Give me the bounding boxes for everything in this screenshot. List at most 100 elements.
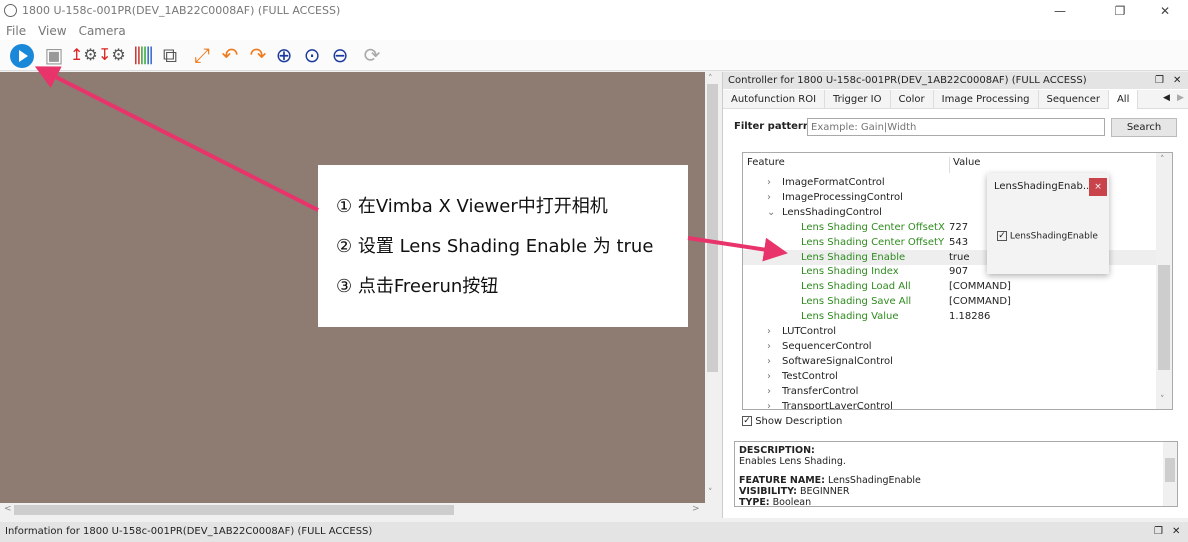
chevron-right-icon[interactable]: › (767, 190, 771, 205)
feature-name: ImageProcessingControl (782, 191, 903, 203)
load-settings-icon[interactable]: ↥⚙ (70, 43, 98, 67)
feature-name: Lens Shading Center OffsetX (801, 221, 945, 233)
save-settings-icon[interactable]: ↧⚙ (98, 43, 126, 67)
open-window-icon[interactable]: ⧉ (158, 43, 182, 67)
close-panel-icon[interactable]: ✕ (1173, 72, 1181, 89)
feature-value[interactable]: [COMMAND] (949, 294, 1011, 309)
column-feature[interactable]: Feature (747, 157, 785, 168)
scroll-down-icon[interactable]: ˅ (1160, 395, 1165, 405)
checkbox-icon[interactable]: ✓ (997, 231, 1007, 241)
show-description-label: Show Description (755, 416, 843, 427)
snapshot-icon[interactable]: ▣ (42, 43, 66, 67)
tree-row[interactable]: › TestControl (743, 369, 1156, 384)
feature-name: TransportLayerControl (782, 400, 893, 410)
feature-name: LensShadingControl (782, 206, 882, 218)
scroll-thumb[interactable] (1165, 458, 1175, 482)
zoom-out-icon[interactable]: ⊖ (328, 43, 352, 67)
search-button[interactable]: Search (1111, 118, 1177, 137)
step-2: ② 设置 Lens Shading Enable 为 true (336, 236, 654, 257)
tab-color[interactable]: Color (891, 90, 934, 109)
maximize-button[interactable]: ❐ (1100, 0, 1140, 22)
lens-shading-enable-checkbox[interactable]: ✓ LensShadingEnable (997, 231, 1098, 242)
feature-value[interactable]: true (949, 250, 970, 265)
float-icon[interactable]: ❐ (1154, 522, 1163, 542)
zoom-in-icon[interactable]: ⊕ (272, 43, 296, 67)
show-description-checkbox[interactable]: ✓ Show Description (742, 416, 842, 427)
feature-value[interactable]: 907 (949, 264, 968, 279)
image-vertical-scrollbar[interactable]: ˄ ˅ (705, 72, 720, 503)
tree-row[interactable]: › SequencerControl (743, 339, 1156, 354)
feature-name: TransferControl (782, 385, 859, 397)
scroll-right-icon[interactable]: > (692, 504, 700, 514)
tab-all[interactable]: All (1108, 90, 1139, 109)
refresh-icon[interactable]: ⟳ (360, 43, 384, 67)
tree-row[interactable]: Lens Shading Load All [COMMAND] (743, 279, 1156, 294)
tab-scroll-left-icon[interactable]: ◀ (1163, 93, 1170, 103)
feature-name: Lens Shading Save All (801, 296, 912, 308)
float-icon[interactable]: ❐ (1155, 72, 1164, 89)
freerun-play-icon[interactable] (10, 44, 34, 68)
feature-name: ImageFormatControl (782, 177, 885, 188)
feature-value[interactable]: 543 (949, 235, 968, 250)
popup-title: LensShadingEnab... (994, 181, 1093, 192)
tab-autofunction-roi[interactable]: Autofunction ROI (723, 90, 826, 109)
tree-scrollbar[interactable]: ˄ ˅ (1156, 153, 1172, 409)
scroll-down-icon[interactable]: ˅ (708, 488, 713, 498)
chevron-right-icon[interactable]: › (767, 175, 771, 190)
zoom-original-icon[interactable]: ⊙ (300, 43, 324, 67)
popup-close-button[interactable]: × (1089, 178, 1107, 196)
scroll-up-icon[interactable]: ˄ (708, 74, 713, 84)
feature-value[interactable]: 727 (949, 220, 968, 235)
tab-trigger-io[interactable]: Trigger IO (825, 90, 891, 109)
menu-view[interactable]: View (32, 22, 72, 40)
feature-name: Lens Shading Value (801, 311, 899, 323)
type-value: Boolean (772, 497, 812, 507)
histogram-icon[interactable]: |||||| (130, 43, 155, 67)
close-button[interactable]: ✕ (1145, 0, 1185, 22)
feature-name: SoftwareSignalControl (782, 355, 893, 367)
scroll-thumb[interactable] (707, 84, 718, 372)
scroll-thumb[interactable] (1158, 265, 1170, 370)
column-value[interactable]: Value (953, 157, 980, 168)
description-scrollbar[interactable] (1163, 442, 1177, 506)
tab-scroll-right-icon[interactable]: ▶ (1177, 93, 1184, 103)
tree-row[interactable]: › TransferControl (743, 384, 1156, 399)
chevron-right-icon[interactable]: › (767, 399, 771, 410)
chevron-right-icon[interactable]: › (767, 384, 771, 399)
controller-title: Controller for 1800 U-158c-001PR(DEV_1AB… (728, 75, 1087, 86)
menu-file[interactable]: File (0, 22, 32, 40)
tab-sequencer[interactable]: Sequencer (1039, 90, 1109, 109)
rotate-left-icon[interactable]: ↶ (218, 43, 242, 67)
tab-image-processing[interactable]: Image Processing (934, 90, 1039, 109)
tab-bar: Autofunction ROI Trigger IO Color Image Pro… (723, 90, 1188, 109)
instruction-callout: ① 在Vimba X Viewer中打开相机 ② 设置 Lens Shading… (318, 165, 688, 327)
feature-name: LUTControl (782, 326, 837, 337)
tree-row[interactable]: › LUTControl (743, 324, 1156, 339)
chevron-right-icon[interactable]: › (767, 324, 771, 339)
tree-row[interactable]: Lens Shading Save All [COMMAND] (743, 294, 1156, 309)
close-info-icon[interactable]: ✕ (1172, 522, 1180, 542)
filter-input[interactable] (807, 118, 1105, 136)
feature-name: Lens Shading Enable (801, 251, 906, 263)
chevron-down-icon[interactable]: ⌄ (767, 205, 775, 220)
rotate-right-icon[interactable]: ↷ (246, 43, 270, 67)
feature-value[interactable]: 1.18286 (949, 309, 990, 324)
scroll-up-icon[interactable]: ˄ (1160, 155, 1165, 165)
step-3: ③ 点击Freerun按钮 (336, 276, 499, 297)
chevron-right-icon[interactable]: › (767, 339, 771, 354)
image-horizontal-scrollbar[interactable]: < > (0, 503, 705, 517)
chevron-right-icon[interactable]: › (767, 369, 771, 384)
menu-camera[interactable]: Camera (73, 22, 132, 40)
tree-row[interactable]: Lens Shading Value 1.18286 (743, 309, 1156, 324)
fit-to-window-icon[interactable]: ⤢ (190, 43, 214, 67)
window-title: 1800 U-158c-001PR(DEV_1AB22C0008AF) (FUL… (22, 4, 341, 17)
tree-row[interactable]: › TransportLayerControl (743, 399, 1156, 410)
minimize-button[interactable]: — (1040, 0, 1080, 22)
checkbox-icon[interactable]: ✓ (742, 416, 752, 426)
feature-value[interactable]: [COMMAND] (949, 279, 1011, 294)
scroll-left-icon[interactable]: < (4, 504, 12, 514)
chevron-right-icon[interactable]: › (767, 354, 771, 369)
step-1: ① 在Vimba X Viewer中打开相机 (336, 196, 608, 217)
scroll-thumb[interactable] (14, 505, 454, 515)
tree-row[interactable]: › SoftwareSignalControl (743, 354, 1156, 369)
